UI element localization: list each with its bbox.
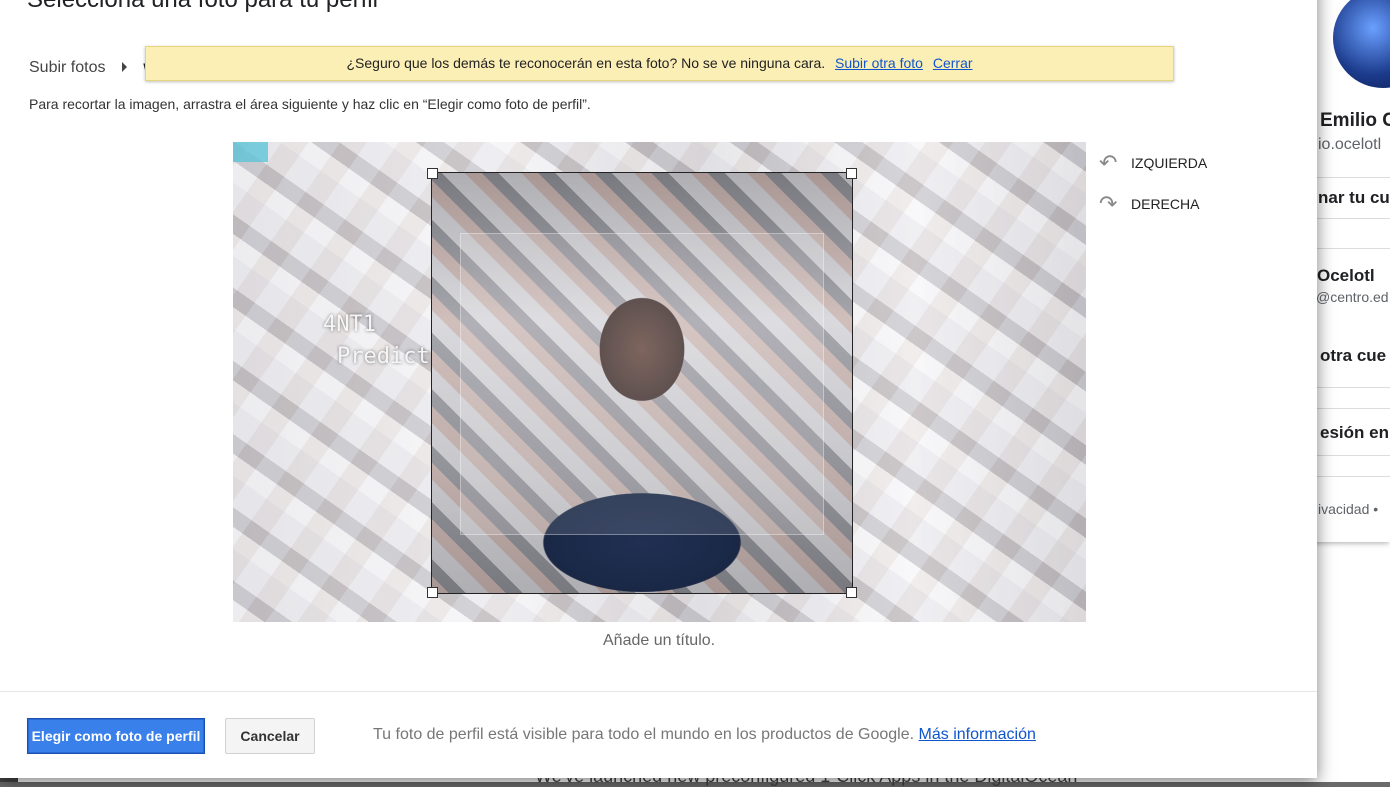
rotate-left-icon: ↶	[1099, 150, 1118, 175]
crop-handle-top-left[interactable]	[427, 168, 438, 179]
account-avatar[interactable]	[1333, 0, 1390, 88]
no-face-warning: ¿Seguro que los demás te reconocerán en …	[145, 46, 1174, 81]
more-info-link[interactable]: Más información	[919, 726, 1036, 743]
crop-handle-bottom-left[interactable]	[427, 587, 438, 598]
crop-instruction: Para recortar la imagen, arrastra el áre…	[29, 96, 591, 112]
close-warning-link[interactable]: Cerrar	[933, 55, 973, 71]
breadcrumb-root[interactable]: Subir fotos	[29, 59, 105, 76]
account-email: io.ocelotl	[1318, 136, 1382, 153]
footer-divider	[0, 691, 1317, 692]
profile-photo-dialog: Selecciona una foto para tu perfil × Sub…	[0, 0, 1317, 778]
other-account-name[interactable]: Ocelotl	[1317, 266, 1375, 286]
rotate-left-label: IZQUIERDA	[1131, 155, 1208, 171]
rotate-right-icon: ↷	[1099, 191, 1118, 216]
cancel-button[interactable]: Cancelar	[225, 718, 315, 754]
rotate-right-button[interactable]: ↷ DERECHA	[1099, 191, 1199, 217]
crop-handle-bottom-right[interactable]	[846, 587, 857, 598]
visibility-note-text: Tu foto de perfil está visible para todo…	[373, 726, 915, 743]
crop-area[interactable]	[427, 168, 857, 598]
other-account-email: @centro.ed	[1316, 289, 1389, 305]
photo-overlay-text: 4NT1	[323, 312, 376, 337]
rotate-left-button[interactable]: ↶ IZQUIERDA	[1099, 150, 1207, 176]
close-icon[interactable]: ×	[1284, 0, 1297, 2]
set-profile-photo-button[interactable]: Elegir como foto de perfil	[27, 718, 205, 754]
caption-input[interactable]: Añade un título.	[603, 632, 715, 650]
account-name: Emilio C	[1320, 110, 1390, 131]
crop-inner-square	[460, 233, 824, 535]
photo-corner-mark	[233, 142, 268, 162]
warning-message: ¿Seguro que los demás te reconocerán en …	[346, 55, 826, 71]
breadcrumb-arrow-icon	[121, 62, 127, 73]
add-account-link[interactable]: otra cue	[1320, 346, 1386, 366]
breadcrumb: Subir fotos w	[29, 59, 156, 77]
privacy-link[interactable]: ivacidad •	[1318, 501, 1378, 517]
dialog-title: Selecciona una foto para tu perfil	[27, 0, 378, 14]
upload-other-photo-link[interactable]: Subir otra foto	[835, 55, 923, 71]
rotate-right-label: DERECHA	[1131, 196, 1200, 212]
sign-out-link[interactable]: esión en t	[1320, 423, 1390, 443]
visibility-note: Tu foto de perfil está visible para todo…	[373, 726, 1036, 744]
manage-account-link[interactable]: nar tu cue	[1318, 188, 1390, 208]
crop-handle-top-right[interactable]	[846, 168, 857, 179]
